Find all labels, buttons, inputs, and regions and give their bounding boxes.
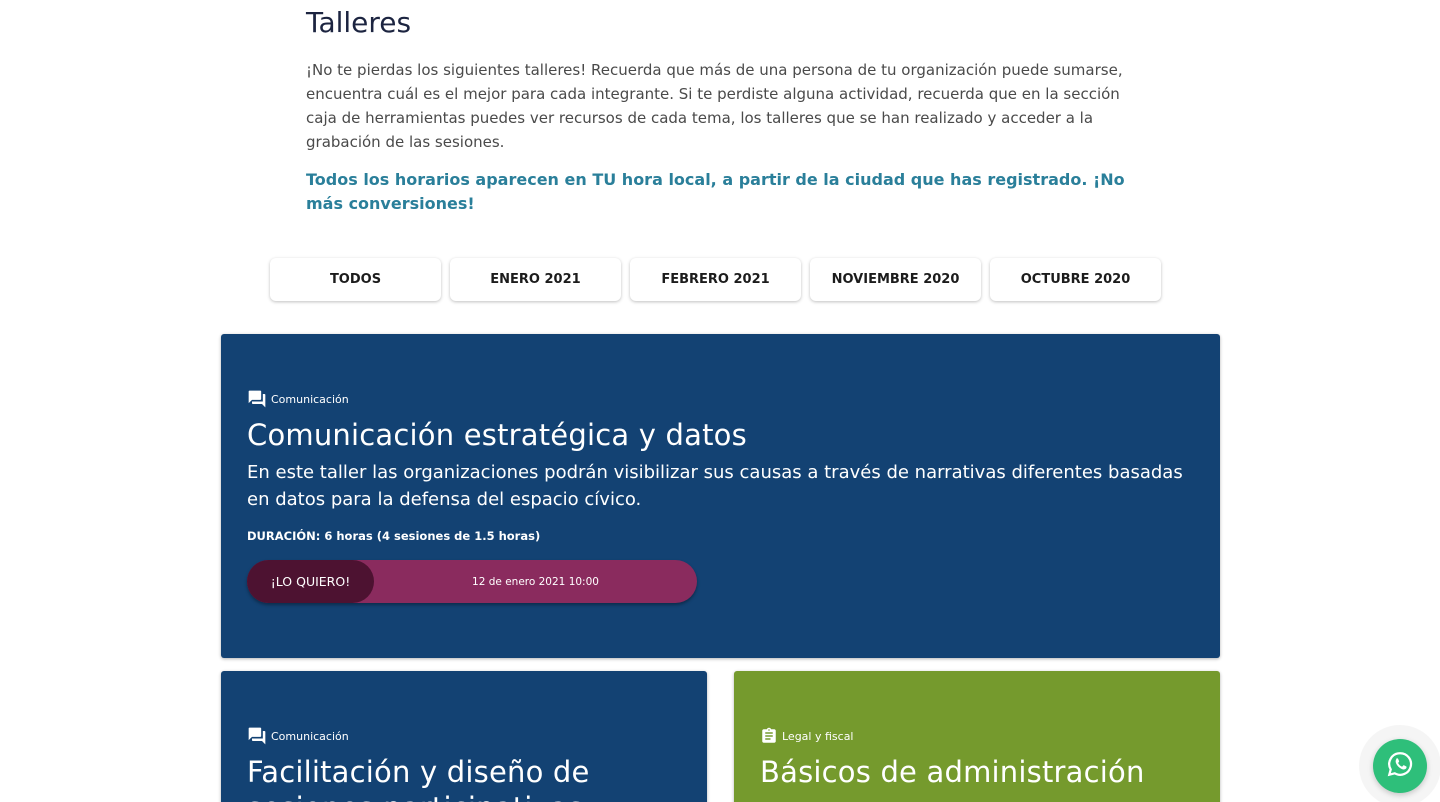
lo-quiero-button[interactable]: ¡LO QUIERO! xyxy=(247,560,374,603)
filter-febrero-2021-button[interactable]: FEBRERO 2021 xyxy=(630,258,801,301)
card-category: Comunicación xyxy=(247,726,349,746)
session-date: 12 de enero 2021 10:00 xyxy=(472,575,599,588)
card-category: Legal y fiscal xyxy=(760,726,854,746)
card-title: Facilitación y diseño de sesiones partic… xyxy=(247,755,590,802)
page: Talleres ¡No te pierdas los siguientes t… xyxy=(0,0,1440,802)
clipboard-icon xyxy=(760,726,778,746)
workshop-card-featured[interactable]: Comunicación Comunicación estratégica y … xyxy=(221,334,1220,658)
workshop-card[interactable]: Legal y fiscal Básicos de administración xyxy=(734,671,1220,802)
whatsapp-icon xyxy=(1385,749,1415,783)
filter-noviembre-2020-button[interactable]: NOVIEMBRE 2020 xyxy=(810,258,981,301)
card-category-label: Comunicación xyxy=(271,392,349,406)
card-category: Comunicación xyxy=(247,389,349,409)
card-category-label: Legal y fiscal xyxy=(782,729,854,743)
card-duration: DURACIÓN: 6 horas (4 sesiones de 1.5 hor… xyxy=(247,529,541,543)
workshop-card[interactable]: Comunicación Facilitación y diseño de se… xyxy=(221,671,707,802)
date-filter-bar: TODOS ENERO 2021 FEBRERO 2021 NOVIEMBRE … xyxy=(270,258,1161,301)
card-title: Básicos de administración xyxy=(760,755,1145,789)
intro-description: ¡No te pierdas los siguientes talleres! … xyxy=(306,61,1123,151)
chat-icon xyxy=(247,726,267,746)
chat-icon xyxy=(247,389,267,409)
filter-octubre-2020-button[interactable]: OCTUBRE 2020 xyxy=(990,258,1161,301)
intro-section: Talleres ¡No te pierdas los siguientes t… xyxy=(306,0,1126,216)
signup-bar: ¡LO QUIERO! 12 de enero 2021 10:00 xyxy=(247,560,697,603)
card-title: Comunicación estratégica y datos xyxy=(247,418,747,452)
card-description: En este taller las organizaciones podrán… xyxy=(247,462,1183,510)
filter-enero-2021-button[interactable]: ENERO 2021 xyxy=(450,258,621,301)
timezone-note: Todos los horarios aparecen en TU hora l… xyxy=(306,170,1125,213)
filter-todos-button[interactable]: TODOS xyxy=(270,258,441,301)
page-title: Talleres xyxy=(306,6,412,39)
card-category-label: Comunicación xyxy=(271,729,349,743)
whatsapp-button[interactable] xyxy=(1373,739,1427,793)
